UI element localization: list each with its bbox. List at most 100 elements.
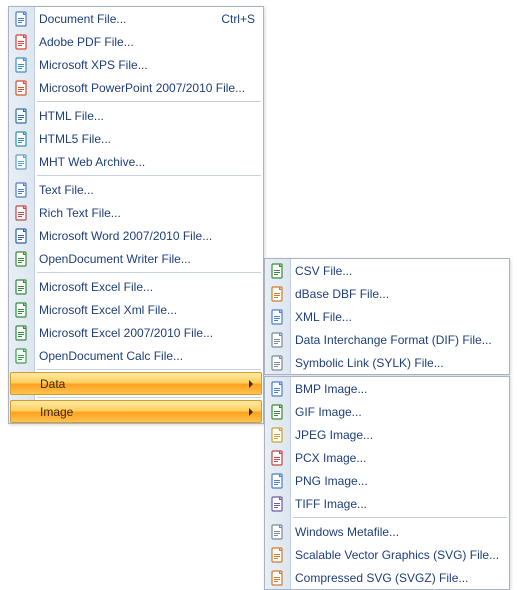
menu-item-dbase-dbf-file[interactable]: dBase DBF File... (265, 282, 509, 305)
menu-item-tiff-image[interactable]: TIFF Image... (265, 492, 509, 515)
menu-item-microsoft-excel-xml-file[interactable]: Microsoft Excel Xml File... (9, 298, 263, 321)
menu-item-xml-file[interactable]: XML File... (265, 305, 509, 328)
html5-file-icon (14, 131, 30, 147)
menu-separator (37, 101, 261, 102)
menu-item-microsoft-word-2007-2010-file[interactable]: Microsoft Word 2007/2010 File... (9, 224, 263, 247)
menu-item-label: Rich Text File... (39, 206, 255, 220)
sylk-file-icon (270, 355, 286, 371)
menu-item-label: Microsoft Excel 2007/2010 File... (39, 326, 255, 340)
menu-item-opendocument-calc-file[interactable]: OpenDocument Calc File... (9, 344, 263, 367)
bmp-file-icon (270, 381, 286, 397)
html-file-icon (14, 108, 30, 124)
menu-separator (37, 397, 261, 398)
menu-item-label: Microsoft Word 2007/2010 File... (39, 229, 255, 243)
menu-item-label: HTML File... (39, 109, 255, 123)
menu-item-jpeg-image[interactable]: JPEG Image... (265, 423, 509, 446)
svg-file-icon (270, 547, 286, 563)
menu-item-label: Microsoft PowerPoint 2007/2010 File... (39, 81, 255, 95)
menu-item-label: CSV File... (295, 264, 501, 278)
menu-item-compressed-svg-svgz-file[interactable]: Compressed SVG (SVGZ) File... (265, 566, 509, 589)
menu-item-microsoft-xps-file[interactable]: Microsoft XPS File... (9, 53, 263, 76)
xlsx-file-icon (14, 302, 30, 318)
menu-item-label: TIFF Image... (295, 497, 501, 511)
export-main-menu: Document File... Ctrl+S Adobe PDF File... M… (8, 6, 264, 424)
menu-item-microsoft-excel-2007-2010-file[interactable]: Microsoft Excel 2007/2010 File... (9, 321, 263, 344)
menu-item-label: OpenDocument Calc File... (39, 349, 255, 363)
svgz-file-icon (270, 570, 286, 586)
menu-item-label: Adobe PDF File... (39, 35, 255, 49)
rtf-file-icon (14, 205, 30, 221)
menu-item-label: dBase DBF File... (295, 287, 501, 301)
xml-file-icon (270, 309, 286, 325)
menu-separator (37, 369, 261, 370)
menu-item-mht-web-archive[interactable]: MHT Web Archive... (9, 150, 263, 173)
odt-file-icon (14, 251, 30, 267)
csv-file-icon (270, 263, 286, 279)
xls-file-icon (14, 279, 30, 295)
menu-item-html-file[interactable]: HTML File... (9, 104, 263, 127)
image-submenu: BMP Image... GIF Image... JPEG Image... PCX… (264, 376, 510, 590)
menu-separator (37, 175, 261, 176)
menu-item-label: Microsoft Excel Xml File... (39, 303, 255, 317)
menu-item-label: BMP Image... (295, 382, 501, 396)
menu-separator (293, 517, 507, 518)
mht-file-icon (14, 154, 30, 170)
menu-item-data[interactable]: Data (10, 372, 262, 395)
jpeg-file-icon (270, 427, 286, 443)
submenu-arrow-icon (249, 380, 253, 388)
menu-item-label: XML File... (295, 310, 501, 324)
menu-item-label: Symbolic Link (SYLK) File... (295, 356, 501, 370)
submenu-arrow-icon (249, 408, 253, 416)
data-submenu: CSV File... dBase DBF File... XML File... D… (264, 258, 510, 375)
menu-item-label: Image (40, 405, 249, 419)
menu-item-opendocument-writer-file[interactable]: OpenDocument Writer File... (9, 247, 263, 270)
menu-item-image[interactable]: Image (10, 400, 262, 423)
menu-item-label: Windows Metafile... (295, 525, 501, 539)
menu-item-document-file[interactable]: Document File... Ctrl+S (9, 7, 263, 30)
menu-item-symbolic-link-sylk-file[interactable]: Symbolic Link (SYLK) File... (265, 351, 509, 374)
menu-item-rich-text-file[interactable]: Rich Text File... (9, 201, 263, 224)
menu-item-label: OpenDocument Writer File... (39, 252, 255, 266)
menu-item-microsoft-excel-file[interactable]: Microsoft Excel File... (9, 275, 263, 298)
txt-file-icon (14, 182, 30, 198)
menu-item-adobe-pdf-file[interactable]: Adobe PDF File... (9, 30, 263, 53)
menu-item-shortcut: Ctrl+S (221, 12, 255, 26)
menu-item-csv-file[interactable]: CSV File... (265, 259, 509, 282)
menu-item-data-interchange-format-dif-file[interactable]: Data Interchange Format (DIF) File... (265, 328, 509, 351)
gif-file-icon (270, 404, 286, 420)
menu-item-scalable-vector-graphics-svg-file[interactable]: Scalable Vector Graphics (SVG) File... (265, 543, 509, 566)
pdf-file-icon (14, 34, 30, 50)
menu-item-label: Text File... (39, 183, 255, 197)
menu-item-label: Scalable Vector Graphics (SVG) File... (295, 548, 501, 562)
menu-item-label: Data Interchange Format (DIF) File... (295, 333, 501, 347)
ods-file-icon (14, 348, 30, 364)
menu-item-label: Microsoft Excel File... (39, 280, 255, 294)
menu-item-pcx-image[interactable]: PCX Image... (265, 446, 509, 469)
menu-item-gif-image[interactable]: GIF Image... (265, 400, 509, 423)
menu-item-png-image[interactable]: PNG Image... (265, 469, 509, 492)
dbf-file-icon (270, 286, 286, 302)
menu-item-label: HTML5 File... (39, 132, 255, 146)
xlsx2-file-icon (14, 325, 30, 341)
menu-item-label: Microsoft XPS File... (39, 58, 255, 72)
doc-file-icon (14, 11, 30, 27)
menu-item-label: Document File... (39, 12, 201, 26)
menu-item-label: PCX Image... (295, 451, 501, 465)
pptx-file-icon (14, 80, 30, 96)
menu-item-windows-metafile[interactable]: Windows Metafile... (265, 520, 509, 543)
tiff-file-icon (270, 496, 286, 512)
png-file-icon (270, 473, 286, 489)
menu-item-html5-file[interactable]: HTML5 File... (9, 127, 263, 150)
menu-item-bmp-image[interactable]: BMP Image... (265, 377, 509, 400)
menu-item-label: PNG Image... (295, 474, 501, 488)
menu-item-label: GIF Image... (295, 405, 501, 419)
wmf-file-icon (270, 524, 286, 540)
menu-item-label: MHT Web Archive... (39, 155, 255, 169)
menu-item-label: Data (40, 377, 249, 391)
menu-item-label: Compressed SVG (SVGZ) File... (295, 571, 501, 585)
menu-separator (37, 272, 261, 273)
menu-item-label: JPEG Image... (295, 428, 501, 442)
menu-item-microsoft-powerpoint-2007-2010-file[interactable]: Microsoft PowerPoint 2007/2010 File... (9, 76, 263, 99)
dif-file-icon (270, 332, 286, 348)
menu-item-text-file[interactable]: Text File... (9, 178, 263, 201)
